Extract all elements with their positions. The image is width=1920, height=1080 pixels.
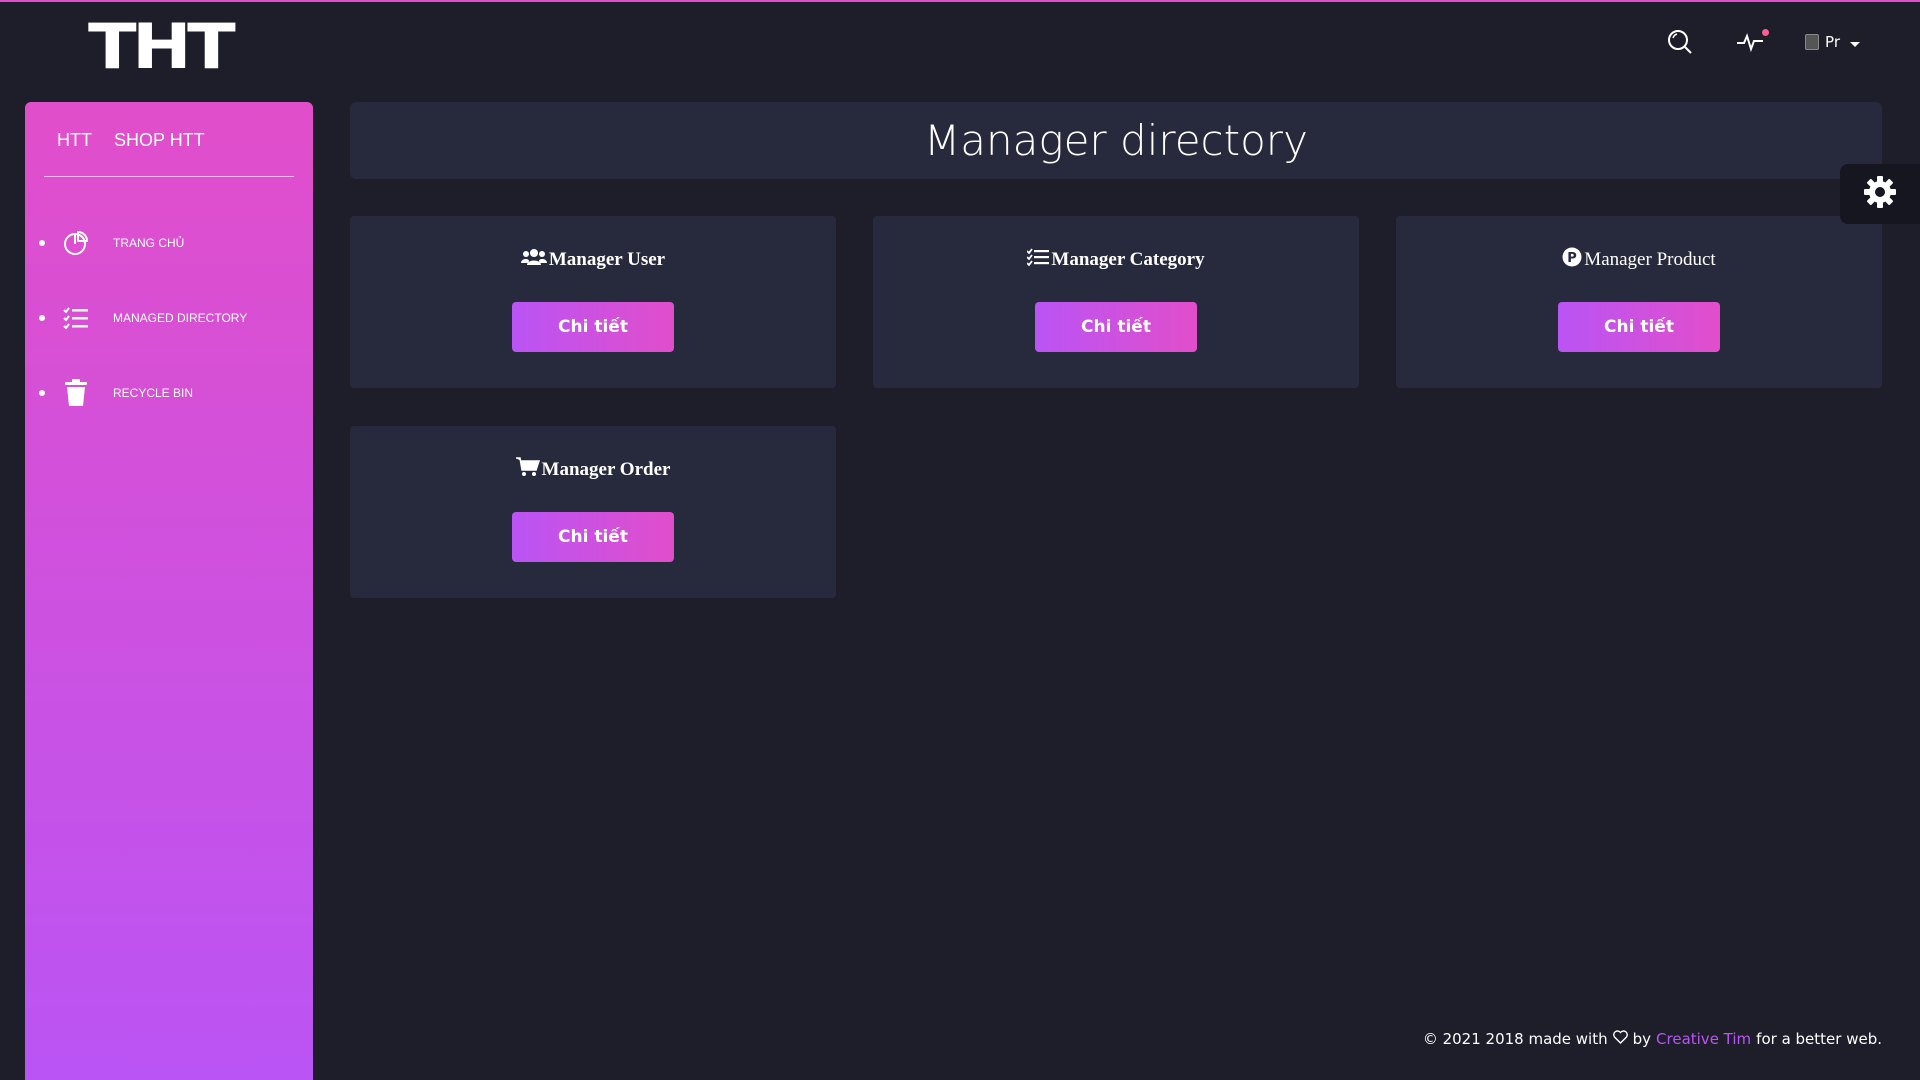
activity-icon[interactable] bbox=[1735, 27, 1770, 57]
card-title: Manager Order bbox=[515, 457, 671, 483]
footer-link-creative-tim[interactable]: Creative Tim bbox=[1656, 1030, 1751, 1048]
card-title-text: Manager User bbox=[548, 249, 666, 270]
sidebar-item-label: TRANG CHỦ bbox=[113, 235, 185, 250]
sidebar-item-recycle-bin[interactable]: RECYCLE BIN bbox=[25, 355, 313, 430]
detail-button-category[interactable]: Chi tiết bbox=[1035, 302, 1197, 352]
product-icon: P bbox=[1562, 247, 1582, 273]
app-logo[interactable]: THT bbox=[88, 16, 236, 78]
card-title: P Manager Product bbox=[1562, 247, 1716, 273]
sidebar-item-label: RECYCLE BIN bbox=[113, 385, 194, 400]
card-title: Manager Category bbox=[1026, 248, 1205, 272]
card-title: Manager User bbox=[520, 248, 666, 272]
cart-icon bbox=[515, 457, 540, 483]
sidebar-menu: TRANG CHỦ MANAGED DIRECTORY RECYCLE BIN bbox=[25, 177, 313, 430]
notification-dot bbox=[1762, 29, 1770, 36]
pie-chart-icon bbox=[61, 228, 91, 258]
heart-icon bbox=[1612, 1030, 1628, 1048]
bullet-icon bbox=[39, 239, 45, 246]
top-navbar: Pr bbox=[1665, 24, 1860, 60]
card-title-text: Manager Category bbox=[1051, 249, 1205, 270]
sidebar-item-managed-directory[interactable]: MANAGED DIRECTORY bbox=[25, 280, 313, 355]
avatar bbox=[1805, 34, 1820, 50]
brand-full-link[interactable]: SHOP HTT bbox=[114, 130, 205, 176]
card-title-text: Manager Product bbox=[1584, 249, 1716, 270]
card-manager-product: P Manager Product Chi tiết bbox=[1396, 216, 1882, 388]
search-icon[interactable] bbox=[1665, 27, 1695, 57]
sidebar-item-label: MANAGED DIRECTORY bbox=[113, 310, 248, 325]
gear-icon bbox=[1862, 174, 1898, 214]
chevron-down-icon bbox=[1850, 41, 1860, 47]
settings-toggle[interactable] bbox=[1840, 164, 1920, 224]
detail-button-order[interactable]: Chi tiết bbox=[512, 512, 674, 562]
bullet-icon bbox=[39, 389, 45, 396]
sidebar: HTT SHOP HTT TRANG CHỦ MANAGED DIRECTORY… bbox=[25, 102, 313, 1080]
card-manager-category: Manager Category Chi tiết bbox=[873, 216, 1359, 388]
list-icon bbox=[61, 303, 91, 333]
trash-icon bbox=[61, 378, 91, 408]
sidebar-item-home[interactable]: TRANG CHỦ bbox=[25, 205, 313, 280]
detail-button-user[interactable]: Chi tiết bbox=[512, 302, 674, 352]
card-title-text: Manager Order bbox=[541, 459, 671, 480]
profile-dropdown[interactable]: Pr bbox=[1805, 33, 1860, 51]
sidebar-brand: HTT SHOP HTT bbox=[25, 102, 313, 176]
brand-short-link[interactable]: HTT bbox=[57, 130, 92, 176]
users-icon bbox=[520, 248, 547, 272]
list-icon bbox=[1026, 248, 1050, 272]
footer-prefix: © 2021 2018 made with bbox=[1422, 1030, 1608, 1048]
svg-text:P: P bbox=[1568, 251, 1578, 266]
avatar-alt-text: Pr bbox=[1825, 33, 1840, 51]
card-manager-order: Manager Order Chi tiết bbox=[350, 426, 836, 598]
bullet-icon bbox=[39, 314, 45, 321]
footer-suffix: for a better web. bbox=[1756, 1030, 1882, 1048]
card-manager-user: Manager User Chi tiết bbox=[350, 216, 836, 388]
footer-by: by bbox=[1632, 1030, 1652, 1048]
footer: © 2021 2018 made with by Creative Tim fo… bbox=[1423, 1030, 1882, 1048]
page-header: Manager directory bbox=[350, 102, 1882, 179]
detail-button-product[interactable]: Chi tiết bbox=[1558, 302, 1720, 352]
page-title: Manager directory bbox=[924, 116, 1308, 165]
